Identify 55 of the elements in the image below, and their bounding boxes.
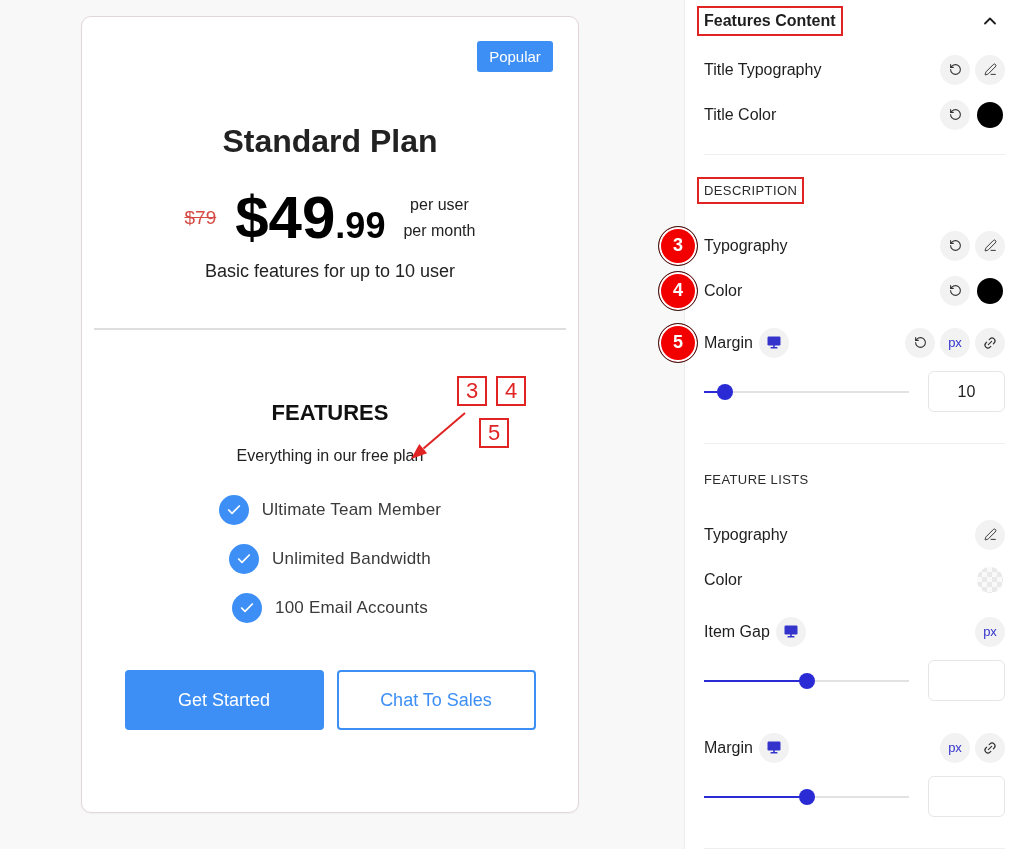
link-icon[interactable]	[975, 327, 1005, 358]
callout-label: 4	[496, 376, 526, 406]
callout-label: 3	[457, 376, 487, 406]
check-icon	[229, 544, 260, 574]
feature-text: Ultimate Team Member	[261, 500, 442, 520]
unit-button[interactable]: px	[940, 327, 970, 358]
setting-label: Color	[704, 570, 743, 589]
step-marker: 4	[658, 270, 698, 311]
reset-icon[interactable]	[905, 327, 935, 358]
check-icon	[218, 495, 249, 525]
section-heading: FEATURE LISTS	[703, 471, 810, 489]
setting-label: Color	[704, 281, 743, 300]
panel-section-title: Features Content	[697, 6, 843, 36]
pencil-icon[interactable]	[975, 54, 1005, 85]
price: $49.99	[235, 188, 386, 248]
plan-subtitle: Basic features for up to 10 user	[204, 260, 456, 282]
feature-text: 100 Email Accounts	[275, 598, 428, 618]
setting-label: Typography	[704, 236, 788, 255]
link-icon[interactable]	[975, 732, 1005, 763]
reset-icon[interactable]	[940, 54, 970, 85]
reset-icon[interactable]	[940, 99, 970, 130]
setting-label: Margin	[704, 333, 753, 352]
unit-button[interactable]: px	[975, 616, 1005, 647]
slider-thumb[interactable]	[798, 672, 815, 689]
setting-label: Margin	[704, 738, 753, 757]
swatch-icon[interactable]	[977, 277, 1003, 304]
pencil-icon[interactable]	[975, 230, 1005, 261]
step-marker: 3	[658, 225, 698, 266]
monitor-icon[interactable]	[775, 616, 806, 647]
features-heading: FEATURES	[271, 400, 389, 426]
plan-title: Standard Plan	[222, 122, 438, 160]
number-input[interactable]: 10	[928, 371, 1005, 412]
monitor-icon[interactable]	[758, 327, 789, 358]
callout-label: 5	[479, 418, 509, 448]
popular-badge: Popular	[477, 41, 553, 72]
number-input[interactable]	[928, 660, 1005, 701]
reset-icon[interactable]	[940, 230, 970, 261]
monitor-icon[interactable]	[758, 732, 789, 763]
billing-period: per user per month	[403, 195, 476, 241]
step-marker: 5	[658, 322, 698, 363]
pencil-icon[interactable]	[975, 519, 1005, 550]
slider-thumb[interactable]	[798, 788, 815, 805]
section-heading: DESCRIPTION	[697, 177, 805, 204]
check-icon	[232, 593, 263, 623]
number-input[interactable]	[928, 776, 1005, 817]
setting-label: Item Gap	[704, 622, 770, 641]
setting-label: Title Typography	[704, 60, 822, 79]
slider-thumb[interactable]	[716, 383, 733, 400]
setting-label: Typography	[704, 525, 788, 544]
unit-button[interactable]: px	[940, 732, 970, 763]
reset-icon[interactable]	[940, 275, 970, 306]
feature-text: Unlimited Bandwidth	[272, 549, 431, 569]
old-price: $79	[184, 207, 217, 229]
setting-label: Title Color	[704, 105, 777, 124]
swatch-icon[interactable]	[977, 101, 1003, 128]
